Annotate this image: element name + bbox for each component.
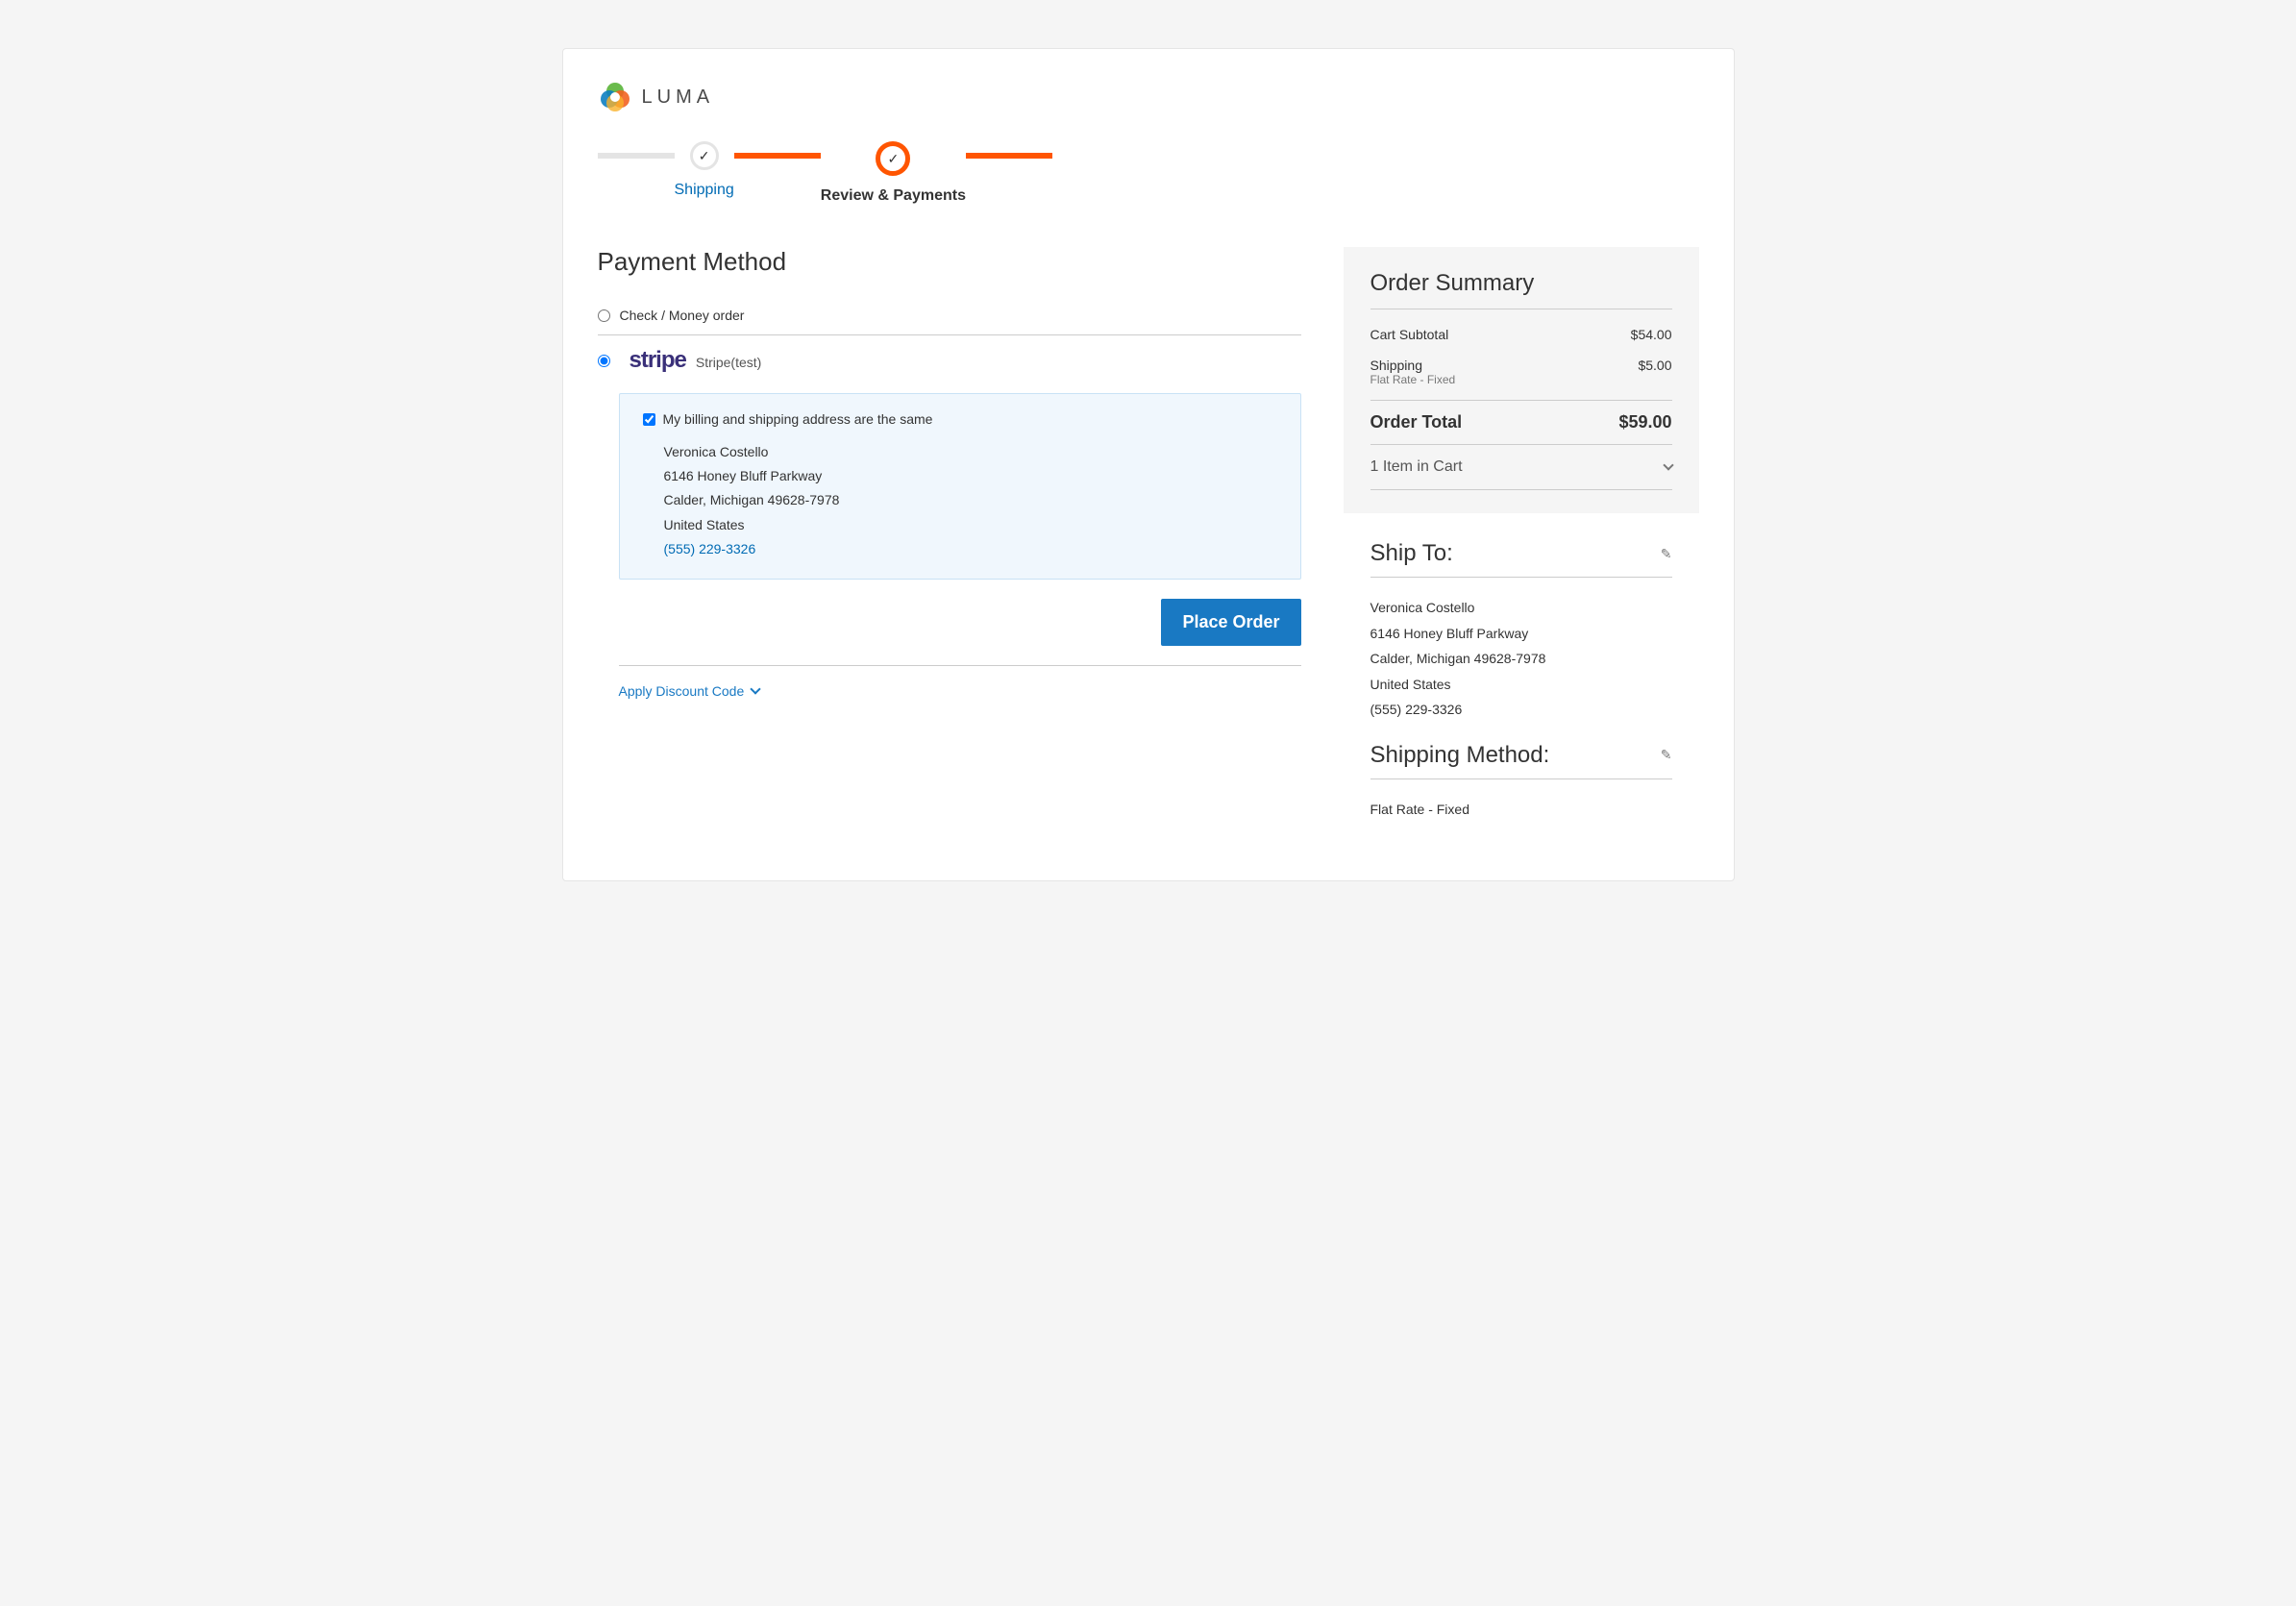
progress-line-active-right <box>966 153 1052 159</box>
summary-total-row: Order Total $59.00 <box>1370 400 1672 445</box>
progress-line-left <box>598 153 675 159</box>
summary-subtotal-row: Cart Subtotal $54.00 <box>1370 319 1672 350</box>
order-summary-title: Order Summary <box>1370 270 1672 309</box>
total-label: Order Total <box>1370 412 1463 432</box>
shipto-city: Calder, Michigan 49628-7978 <box>1370 646 1672 672</box>
brand-logo[interactable]: LUMA <box>598 80 1699 114</box>
payment-option-check[interactable]: Check / Money order <box>598 296 1301 335</box>
place-order-button[interactable]: Place Order <box>1161 599 1300 646</box>
brand-name: LUMA <box>642 86 715 109</box>
step-shipping-label[interactable]: Shipping <box>675 182 734 199</box>
stripe-logo: stripe <box>630 347 686 374</box>
step-review-label: Review & Payments <box>821 187 966 205</box>
cart-items-toggle[interactable]: 1 Item in Cart <box>1370 445 1672 490</box>
step-review-circle: ✓ <box>876 141 910 176</box>
billing-street: 6146 Honey Bluff Parkway <box>643 464 1277 488</box>
apply-discount-label: Apply Discount Code <box>619 683 745 699</box>
payment-column: Payment Method Check / Money order strip… <box>598 247 1301 701</box>
edit-ship-to-icon[interactable]: ✎ <box>1661 546 1672 562</box>
billing-name: Veronica Costello <box>643 440 1277 464</box>
chevron-down-icon <box>751 683 761 694</box>
ship-to-box: Ship To: ✎ Veronica Costello 6146 Honey … <box>1344 540 1699 723</box>
checkmark-icon: ✓ <box>888 151 900 167</box>
progress-line-active-left <box>734 153 821 159</box>
step-shipping-circle[interactable]: ✓ <box>690 141 719 170</box>
shipto-name: Veronica Costello <box>1370 595 1672 621</box>
shipping-method-value: Flat Rate - Fixed <box>1370 797 1672 823</box>
total-value: $59.00 <box>1618 412 1671 432</box>
payment-radio-check[interactable] <box>598 309 610 322</box>
payment-method-heading: Payment Method <box>598 247 1301 277</box>
shipping-value: $5.00 <box>1638 358 1671 373</box>
shipping-method-note: Flat Rate - Fixed <box>1370 373 1456 386</box>
billing-city: Calder, Michigan 49628-7978 <box>643 488 1277 512</box>
shipto-phone[interactable]: (555) 229-3326 <box>1370 697 1672 723</box>
billing-same-row[interactable]: My billing and shipping address are the … <box>643 411 1277 427</box>
billing-country: United States <box>643 513 1277 537</box>
payment-option-stripe[interactable]: stripe Stripe(test) <box>598 335 1301 378</box>
items-in-cart-label: 1 Item in Cart <box>1370 458 1463 476</box>
payment-check-label: Check / Money order <box>620 308 745 323</box>
edit-shipping-method-icon[interactable]: ✎ <box>1661 747 1672 763</box>
luma-icon <box>598 80 632 114</box>
billing-address-box: My billing and shipping address are the … <box>619 393 1301 580</box>
apply-discount-link[interactable]: Apply Discount Code <box>598 666 760 699</box>
ship-to-title: Ship To: <box>1370 540 1453 567</box>
checkout-progress: ✓ Shipping ✓ Review & Payments <box>598 141 1699 205</box>
checkout-card: LUMA ✓ Shipping ✓ Review & Payments Paym… <box>562 48 1735 881</box>
shipping-method-box: Shipping Method: ✎ Flat Rate - Fixed <box>1344 742 1699 823</box>
payment-radio-stripe[interactable] <box>598 355 610 367</box>
shipto-country: United States <box>1370 672 1672 698</box>
subtotal-label: Cart Subtotal <box>1370 327 1449 342</box>
place-order-row: Place Order <box>619 580 1301 666</box>
summary-shipping-row: Shipping Flat Rate - Fixed $5.00 <box>1370 350 1672 394</box>
billing-same-label: My billing and shipping address are the … <box>663 411 933 427</box>
order-summary-sidebar: Order Summary Cart Subtotal $54.00 Shipp… <box>1344 247 1699 823</box>
shipto-street: 6146 Honey Bluff Parkway <box>1370 621 1672 647</box>
order-summary-box: Order Summary Cart Subtotal $54.00 Shipp… <box>1344 247 1699 513</box>
billing-phone[interactable]: (555) 229-3326 <box>643 537 1277 561</box>
shipping-method-title: Shipping Method: <box>1370 742 1550 769</box>
chevron-down-icon <box>1663 459 1673 470</box>
checkmark-icon: ✓ <box>699 148 710 164</box>
subtotal-value: $54.00 <box>1631 327 1672 342</box>
shipping-label: Shipping <box>1370 358 1456 373</box>
billing-same-checkbox[interactable] <box>643 413 655 426</box>
stripe-label: Stripe(test) <box>696 355 761 370</box>
